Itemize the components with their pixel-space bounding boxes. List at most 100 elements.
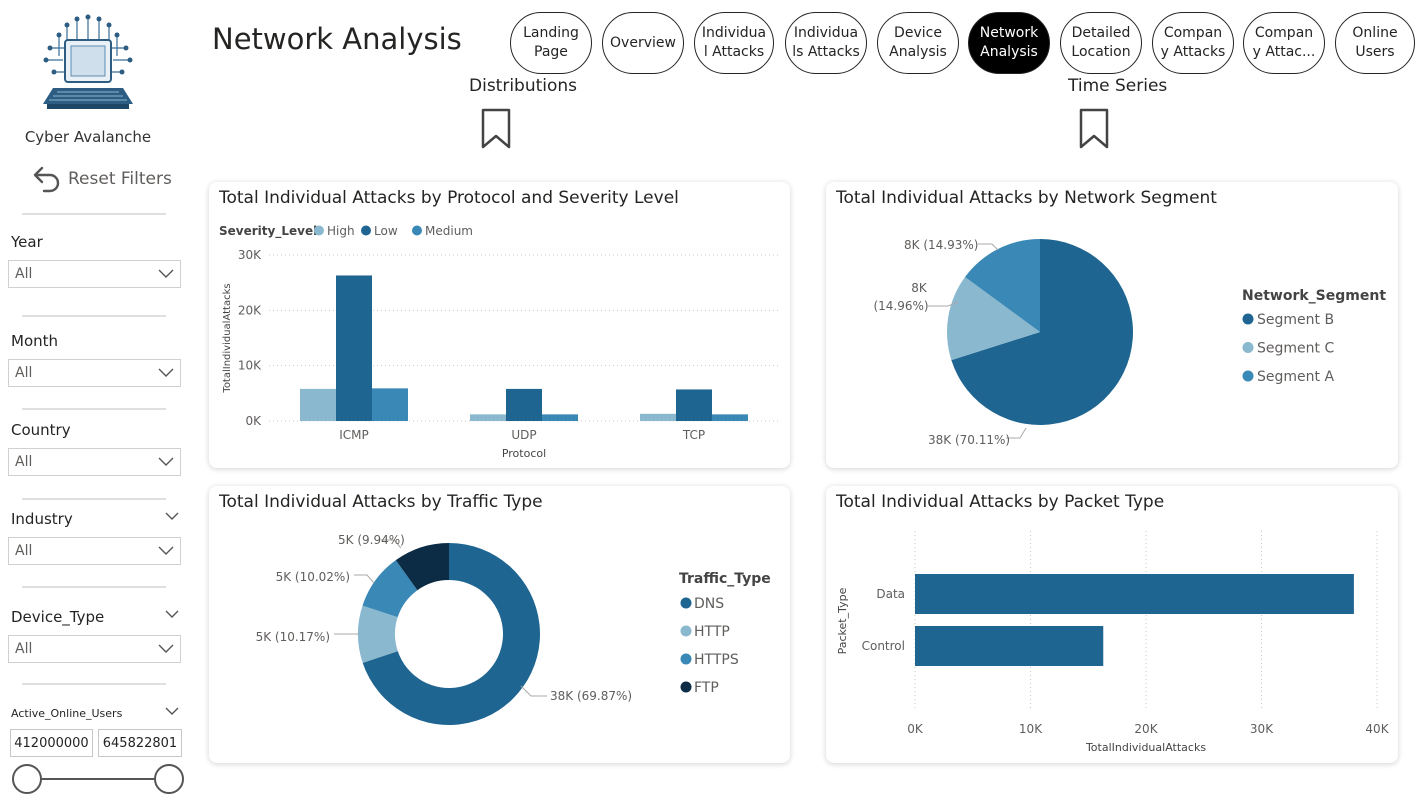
divider bbox=[22, 683, 166, 685]
country-dropdown[interactable]: All bbox=[8, 448, 181, 476]
chevron-down-icon bbox=[158, 269, 174, 278]
device-type-dropdown[interactable]: All bbox=[8, 635, 181, 663]
traffic-type-donut-chart: 38K (69.87%) 5K (10.17%) 5K (10.02%) 5K (9.… bbox=[256, 533, 771, 725]
legend-title: Severity_Level bbox=[219, 224, 317, 239]
nav-label-line: l Attacks bbox=[703, 44, 765, 60]
year-dropdown[interactable]: All bbox=[8, 260, 181, 288]
chevron-down-icon[interactable] bbox=[165, 610, 179, 619]
reset-filters-label: Reset Filters bbox=[68, 169, 172, 189]
nav-label-line: Device bbox=[894, 25, 942, 41]
month-dropdown-value: All bbox=[15, 365, 33, 381]
y-tick-label: Data bbox=[876, 587, 905, 601]
divider bbox=[22, 408, 166, 410]
x-axis-label: Protocol bbox=[502, 447, 546, 460]
data-label: (14.96%) bbox=[873, 299, 928, 313]
nav-company-attacks-2[interactable]: Compan y Attac... bbox=[1243, 12, 1325, 74]
active-online-users-title: Active_Online_Users bbox=[11, 707, 123, 720]
range-slider-min-handle[interactable] bbox=[12, 764, 42, 794]
nav-device-analysis[interactable]: Device Analysis bbox=[877, 12, 959, 74]
nav-network-analysis[interactable]: Network Analysis bbox=[968, 12, 1050, 74]
divider bbox=[22, 586, 166, 588]
bar bbox=[712, 414, 748, 421]
packet-type-card: Total Individual Attacks by Packet Type … bbox=[826, 486, 1398, 763]
y-axis-label: Packet_Type bbox=[836, 587, 849, 654]
leader-line bbox=[520, 685, 547, 697]
x-tick-label: UDP bbox=[511, 428, 536, 442]
bookmark-icon[interactable] bbox=[1079, 108, 1109, 150]
industry-slicer-title: Industry bbox=[11, 510, 73, 528]
data-label: 5K (10.02%) bbox=[276, 570, 350, 584]
data-label: 8K (14.93%) bbox=[904, 238, 978, 252]
y-tick-label: 10K bbox=[238, 359, 262, 373]
nav-label-line: Compan bbox=[1163, 25, 1223, 41]
chevron-down-icon[interactable] bbox=[165, 512, 179, 521]
legend-item: HTTP bbox=[694, 624, 730, 640]
nav-label-line: Network bbox=[979, 25, 1039, 41]
chevron-down-icon bbox=[158, 644, 174, 653]
bar bbox=[470, 414, 506, 421]
range-slider-max-handle[interactable] bbox=[154, 764, 184, 794]
nav-individual-attacks[interactable]: Individua l Attacks bbox=[694, 12, 774, 74]
time-series-label: Time Series bbox=[1068, 76, 1168, 96]
bookmark-icon[interactable] bbox=[481, 108, 511, 150]
bar bbox=[372, 388, 408, 421]
bar bbox=[676, 389, 712, 421]
legend-item: DNS bbox=[694, 596, 724, 612]
nav-individuals-attacks[interactable]: Individua ls Attacks bbox=[785, 12, 867, 74]
country-slicer-title: Country bbox=[11, 421, 71, 439]
legend-marker bbox=[314, 225, 324, 236]
year-dropdown-value: All bbox=[15, 266, 33, 282]
data-label: 8K bbox=[911, 281, 928, 295]
protocol-severity-bar-chart: Severity_Level High Low Medium 0K 10K 20K 30K IC… bbox=[219, 224, 779, 460]
legend-item: Segment B bbox=[1257, 312, 1334, 328]
industry-dropdown[interactable]: All bbox=[8, 537, 181, 565]
nav-label-line: Individua bbox=[701, 25, 767, 41]
x-tick-label: 0K bbox=[907, 722, 924, 736]
reset-filters-button[interactable]: Reset Filters bbox=[30, 162, 172, 196]
month-dropdown[interactable]: All bbox=[8, 359, 181, 387]
nav-label-line: Overview bbox=[610, 34, 676, 51]
legend-item: Medium bbox=[425, 224, 473, 238]
network-segment-pie-chart: 38K (70.11%) 8K (14.96%) 8K (14.93%) Network… bbox=[873, 238, 1386, 447]
x-tick-label: ICMP bbox=[339, 428, 369, 442]
nav-label-line: Compan bbox=[1254, 25, 1314, 41]
bar bbox=[640, 413, 676, 421]
nav-label-line: Analysis bbox=[889, 44, 947, 60]
x-tick-label: 30K bbox=[1250, 722, 1274, 736]
legend-item: HTTPS bbox=[694, 652, 739, 668]
legend-marker bbox=[1242, 342, 1254, 353]
nav-landing-page[interactable]: Landing Page bbox=[510, 12, 592, 74]
nav-label-line: Online bbox=[1352, 25, 1398, 41]
x-tick-label: 40K bbox=[1365, 722, 1389, 736]
data-label: 38K (70.11%) bbox=[928, 433, 1010, 447]
nav-label-line: y Attac... bbox=[1252, 44, 1316, 60]
device-type-dropdown-value: All bbox=[15, 641, 33, 657]
nav-overview[interactable]: Overview bbox=[602, 12, 684, 74]
nav-detailed-location[interactable]: Detailed Location bbox=[1060, 12, 1142, 74]
chevron-down-icon[interactable] bbox=[165, 707, 179, 716]
y-tick-label: 20K bbox=[238, 303, 262, 317]
cyber-avalanche-logo bbox=[37, 10, 139, 122]
nav-label-line: Users bbox=[1355, 44, 1395, 60]
x-tick-label: 10K bbox=[1019, 722, 1043, 736]
chevron-down-icon bbox=[158, 368, 174, 377]
range-min-input[interactable]: 412000000 bbox=[10, 729, 93, 757]
brand-name: Cyber Avalanche bbox=[24, 128, 152, 146]
y-axis-label: TotalIndividualAttacks bbox=[222, 283, 233, 393]
x-axis-label: TotalIndividualAttacks bbox=[1085, 741, 1206, 754]
nav-label-line: ls Attacks bbox=[792, 44, 860, 60]
nav-label-line: Page bbox=[534, 44, 568, 60]
legend-marker bbox=[680, 597, 692, 609]
nav-label-line: Location bbox=[1071, 44, 1131, 60]
divider bbox=[22, 315, 166, 317]
range-max-input[interactable]: 645822801 bbox=[98, 729, 182, 757]
device-type-slicer-title: Device_Type bbox=[11, 608, 105, 626]
legend-title: Traffic_Type bbox=[679, 571, 771, 587]
legend-marker bbox=[1242, 370, 1254, 382]
nav-label-line: Individua bbox=[793, 25, 859, 41]
page-title: Network Analysis bbox=[212, 22, 462, 56]
nav-company-attacks[interactable]: Compan y Attacks bbox=[1152, 12, 1234, 74]
range-slider-track[interactable] bbox=[28, 778, 168, 780]
nav-online-users[interactable]: Online Users bbox=[1335, 12, 1415, 74]
legend-item: Segment C bbox=[1257, 341, 1334, 357]
